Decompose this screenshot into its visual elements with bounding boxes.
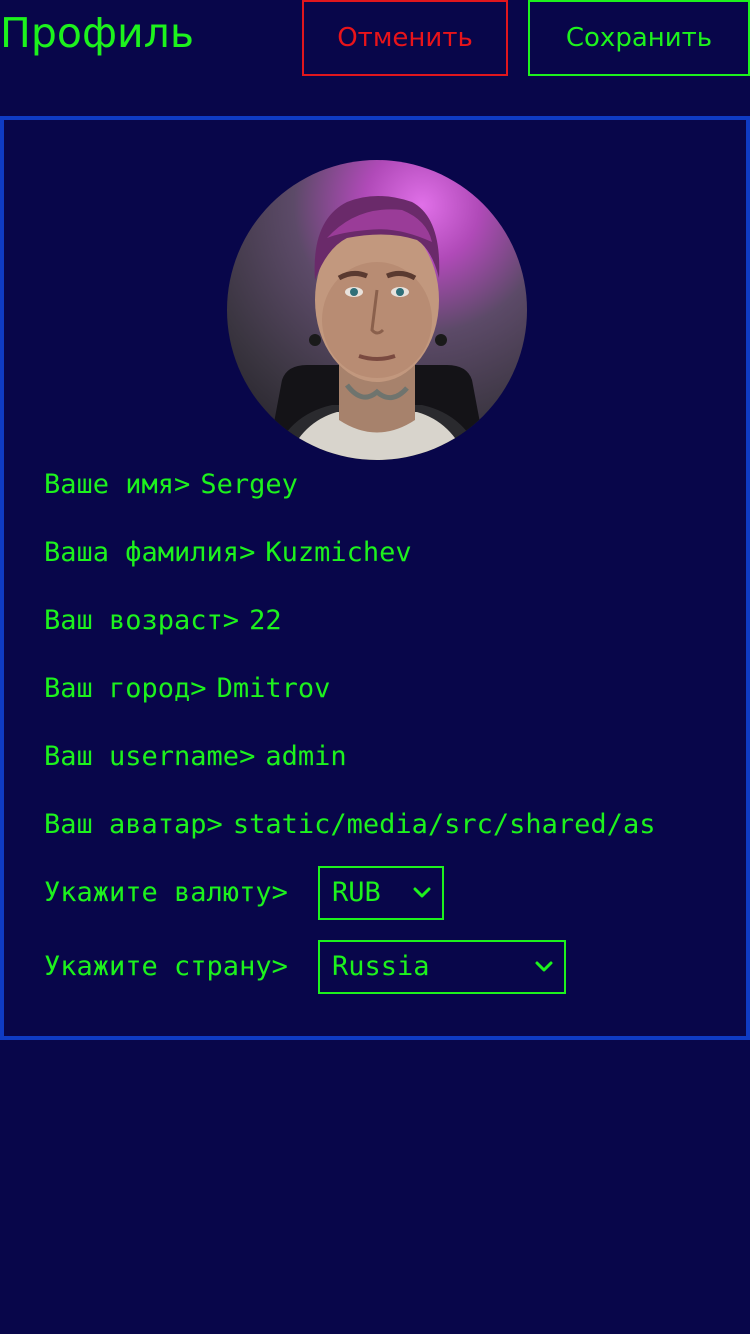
last-name-value[interactable]: Kuzmichev	[265, 537, 411, 568]
cancel-button[interactable]: Отменить	[302, 0, 508, 76]
chevron-down-icon	[413, 887, 431, 898]
last-name-row: Ваша фамилия> Kuzmichev	[44, 536, 412, 570]
avatar	[227, 160, 527, 460]
username-row: Ваш username> admin	[44, 740, 347, 774]
avatar-path-row: Ваш аватар> static/media/src/shared/as	[44, 808, 655, 842]
avatar-path-value[interactable]: static/media/src/shared/as	[233, 809, 656, 840]
profile-card: Ваше имя> Sergey Ваша фамилия> Kuzmichev В…	[0, 116, 750, 1040]
username-value[interactable]: admin	[265, 741, 346, 772]
currency-select[interactable]: RUB	[318, 866, 444, 920]
country-label: Укажите страну>	[44, 951, 288, 982]
currency-label: Укажите валюту>	[44, 877, 288, 908]
first-name-row: Ваше имя> Sergey	[44, 468, 298, 502]
first-name-value[interactable]: Sergey	[200, 469, 298, 500]
age-value[interactable]: 22	[249, 605, 282, 636]
save-button[interactable]: Сохранить	[528, 0, 750, 76]
city-label: Ваш город>	[44, 673, 207, 704]
last-name-label: Ваша фамилия>	[44, 537, 256, 568]
first-name-label: Ваше имя>	[44, 469, 191, 500]
age-label: Ваш возраст>	[44, 605, 240, 636]
currency-selected-value: RUB	[332, 877, 381, 908]
country-select[interactable]: Russia	[318, 940, 566, 994]
username-label: Ваш username>	[44, 741, 256, 772]
age-row: Ваш возраст> 22	[44, 604, 282, 638]
country-selected-value: Russia	[332, 951, 430, 982]
avatar-image	[267, 196, 487, 460]
city-value[interactable]: Dmitrov	[217, 673, 331, 704]
chevron-down-icon	[535, 961, 553, 972]
city-row: Ваш город> Dmitrov	[44, 672, 330, 706]
avatar-path-label: Ваш аватар>	[44, 809, 223, 840]
page-title: Профиль	[0, 9, 195, 57]
